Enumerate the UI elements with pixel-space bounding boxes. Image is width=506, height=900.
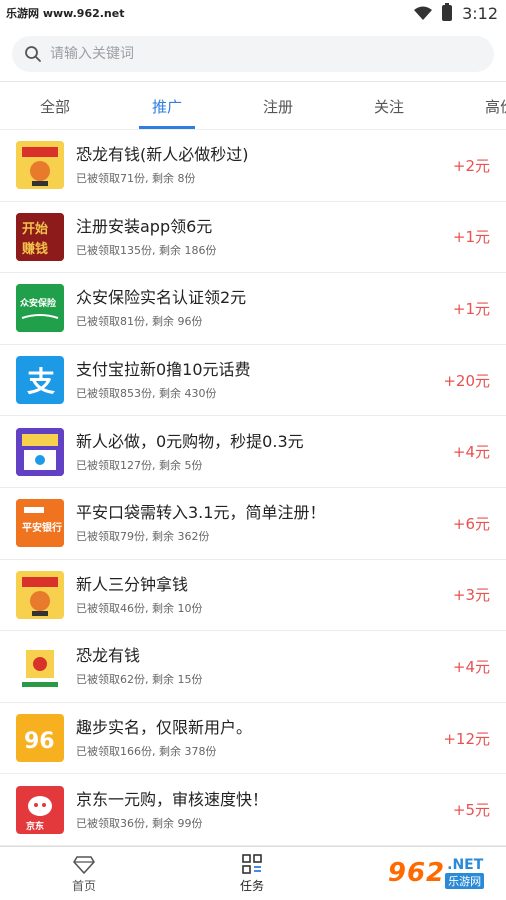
tab-register[interactable]: 注册	[233, 82, 323, 129]
active-tab-indicator	[139, 126, 195, 129]
site-watermark: 962 .NET 乐游网	[370, 850, 502, 896]
kaishi-icon: 开始 赚钱	[16, 212, 64, 261]
svg-text:支: 支	[27, 365, 55, 398]
svg-text:京东: 京东	[26, 820, 44, 832]
task-stats: 已被领取135份, 剩余 186份	[76, 243, 217, 257]
task-item[interactable]: 恐龙有钱 已被领取62份, 剩余 15份 +4元	[0, 631, 506, 703]
status-watermark: 乐游网 www.962.net	[6, 7, 125, 20]
status-bar: 乐游网 www.962.net 3:12	[0, 0, 506, 26]
task-item[interactable]: 恐龙有钱(新人必做秒过) 已被领取71份, 剩余 8份 +2元	[0, 130, 506, 202]
task-stats: 已被领取81份, 剩余 96份	[76, 315, 203, 329]
task-list: 恐龙有钱(新人必做秒过) 已被领取71份, 剩余 8份 +2元 开始赚钱 注册安…	[0, 130, 506, 846]
tab-all[interactable]: 全部	[10, 82, 100, 129]
task-stats: 已被领取62份, 剩余 15份	[76, 673, 203, 687]
task-title: 恐龙有钱	[76, 646, 141, 666]
task-title: 众安保险实名认证领2元	[76, 288, 247, 308]
task-stats: 已被领取46份, 剩余 10份	[76, 601, 203, 615]
tab-promote[interactable]: 推广	[122, 82, 212, 129]
status-time: 3:12	[462, 3, 498, 23]
task-reward: +12元	[443, 729, 490, 748]
tab-follow[interactable]: 关注	[344, 82, 434, 129]
task-title: 平安口袋需转入3.1元，简单注册！	[76, 503, 326, 523]
task-reward: +6元	[452, 514, 490, 533]
svg-text:平安银行: 平安银行	[22, 521, 62, 534]
task-title: 京东一元购，审核速度快！	[76, 789, 269, 809]
nav-task[interactable]: 任务	[168, 847, 336, 900]
dino-icon	[16, 642, 64, 691]
task-title: 新人三分钟拿钱	[76, 574, 189, 594]
tab-high-price[interactable]: 高价	[455, 82, 506, 129]
zhongan-icon: 众安保险	[16, 284, 64, 333]
battery-icon	[442, 3, 453, 21]
wifi-icon	[414, 6, 433, 20]
task-item[interactable]: 开始赚钱 注册安装app领6元 已被领取135份, 剩余 186份 +1元	[0, 202, 506, 274]
svg-text:96: 96	[24, 729, 55, 754]
task-item[interactable]: 支 支付宝拉新0撸10元话费 已被领取853份, 剩余 430份 +20元	[0, 345, 506, 417]
task-reward: +1元	[452, 228, 490, 247]
svg-text:赚钱: 赚钱	[21, 241, 48, 257]
watermark-net: .NET	[447, 857, 484, 873]
svg-text:众安保险: 众安保险	[20, 297, 57, 309]
pingan-icon: 平安银行	[16, 499, 64, 548]
dino-icon	[16, 141, 64, 190]
diamond-icon	[73, 856, 95, 874]
task-stats: 已被领取36份, 剩余 99份	[76, 816, 203, 830]
alipay-icon: 支	[16, 356, 64, 405]
task-item[interactable]: 平安银行 平安口袋需转入3.1元，简单注册！ 已被领取79份, 剩余 362份 …	[0, 488, 506, 560]
task-reward: +3元	[452, 586, 490, 605]
task-reward: +20元	[443, 371, 490, 390]
search-bar[interactable]	[12, 36, 494, 72]
task-title: 支付宝拉新0撸10元话费	[76, 360, 251, 380]
search-icon	[25, 46, 41, 62]
task-stats: 已被领取71份, 剩余 8份	[76, 172, 196, 186]
category-tabs: 全部 推广 注册 关注 高价	[0, 82, 506, 130]
nav-home-label: 首页	[71, 879, 96, 893]
task-item[interactable]: 新人必做，0元购物，秒提0.3元 已被领取127份, 剩余 5份 +4元	[0, 416, 506, 488]
task-title: 注册安装app领6元	[76, 216, 213, 236]
task-stats: 已被领取127份, 剩余 5份	[76, 458, 203, 472]
task-reward: +1元	[452, 299, 490, 318]
qubu-icon: 96	[16, 714, 64, 763]
task-stats: 已被领取79份, 剩余 362份	[76, 530, 210, 544]
dino-icon	[16, 570, 64, 619]
shop-icon	[16, 427, 64, 476]
search-input[interactable]	[50, 46, 463, 62]
watermark-number: 962	[387, 858, 446, 888]
task-reward: +5元	[452, 801, 490, 820]
task-stats: 已被领取166份, 剩余 378份	[76, 745, 217, 759]
task-item[interactable]: 众安保险 众安保险实名认证领2元 已被领取81份, 剩余 96份 +1元	[0, 273, 506, 345]
task-stats: 已被领取853份, 剩余 430份	[76, 387, 217, 401]
task-item[interactable]: 京东 京东一元购，审核速度快！ 已被领取36份, 剩余 99份 +5元	[0, 774, 506, 846]
task-grid-icon	[242, 854, 262, 874]
task-title: 恐龙有钱(新人必做秒过)	[76, 145, 249, 165]
task-reward: +4元	[452, 657, 490, 676]
nav-home[interactable]: 首页	[0, 847, 168, 900]
task-reward: +2元	[452, 156, 490, 175]
task-reward: +4元	[452, 443, 490, 462]
task-title: 新人必做，0元购物，秒提0.3元	[76, 431, 304, 451]
svg-text:开始: 开始	[22, 221, 48, 237]
search-area	[0, 26, 506, 82]
jd-icon: 京东	[16, 785, 64, 834]
watermark-sub: 乐游网	[445, 873, 485, 889]
task-item[interactable]: 96 趣步实名，仅限新用户。 已被领取166份, 剩余 378份 +12元	[0, 703, 506, 775]
nav-task-label: 任务	[239, 879, 264, 893]
task-item[interactable]: 新人三分钟拿钱 已被领取46份, 剩余 10份 +3元	[0, 560, 506, 632]
task-title: 趣步实名，仅限新用户。	[76, 718, 253, 738]
